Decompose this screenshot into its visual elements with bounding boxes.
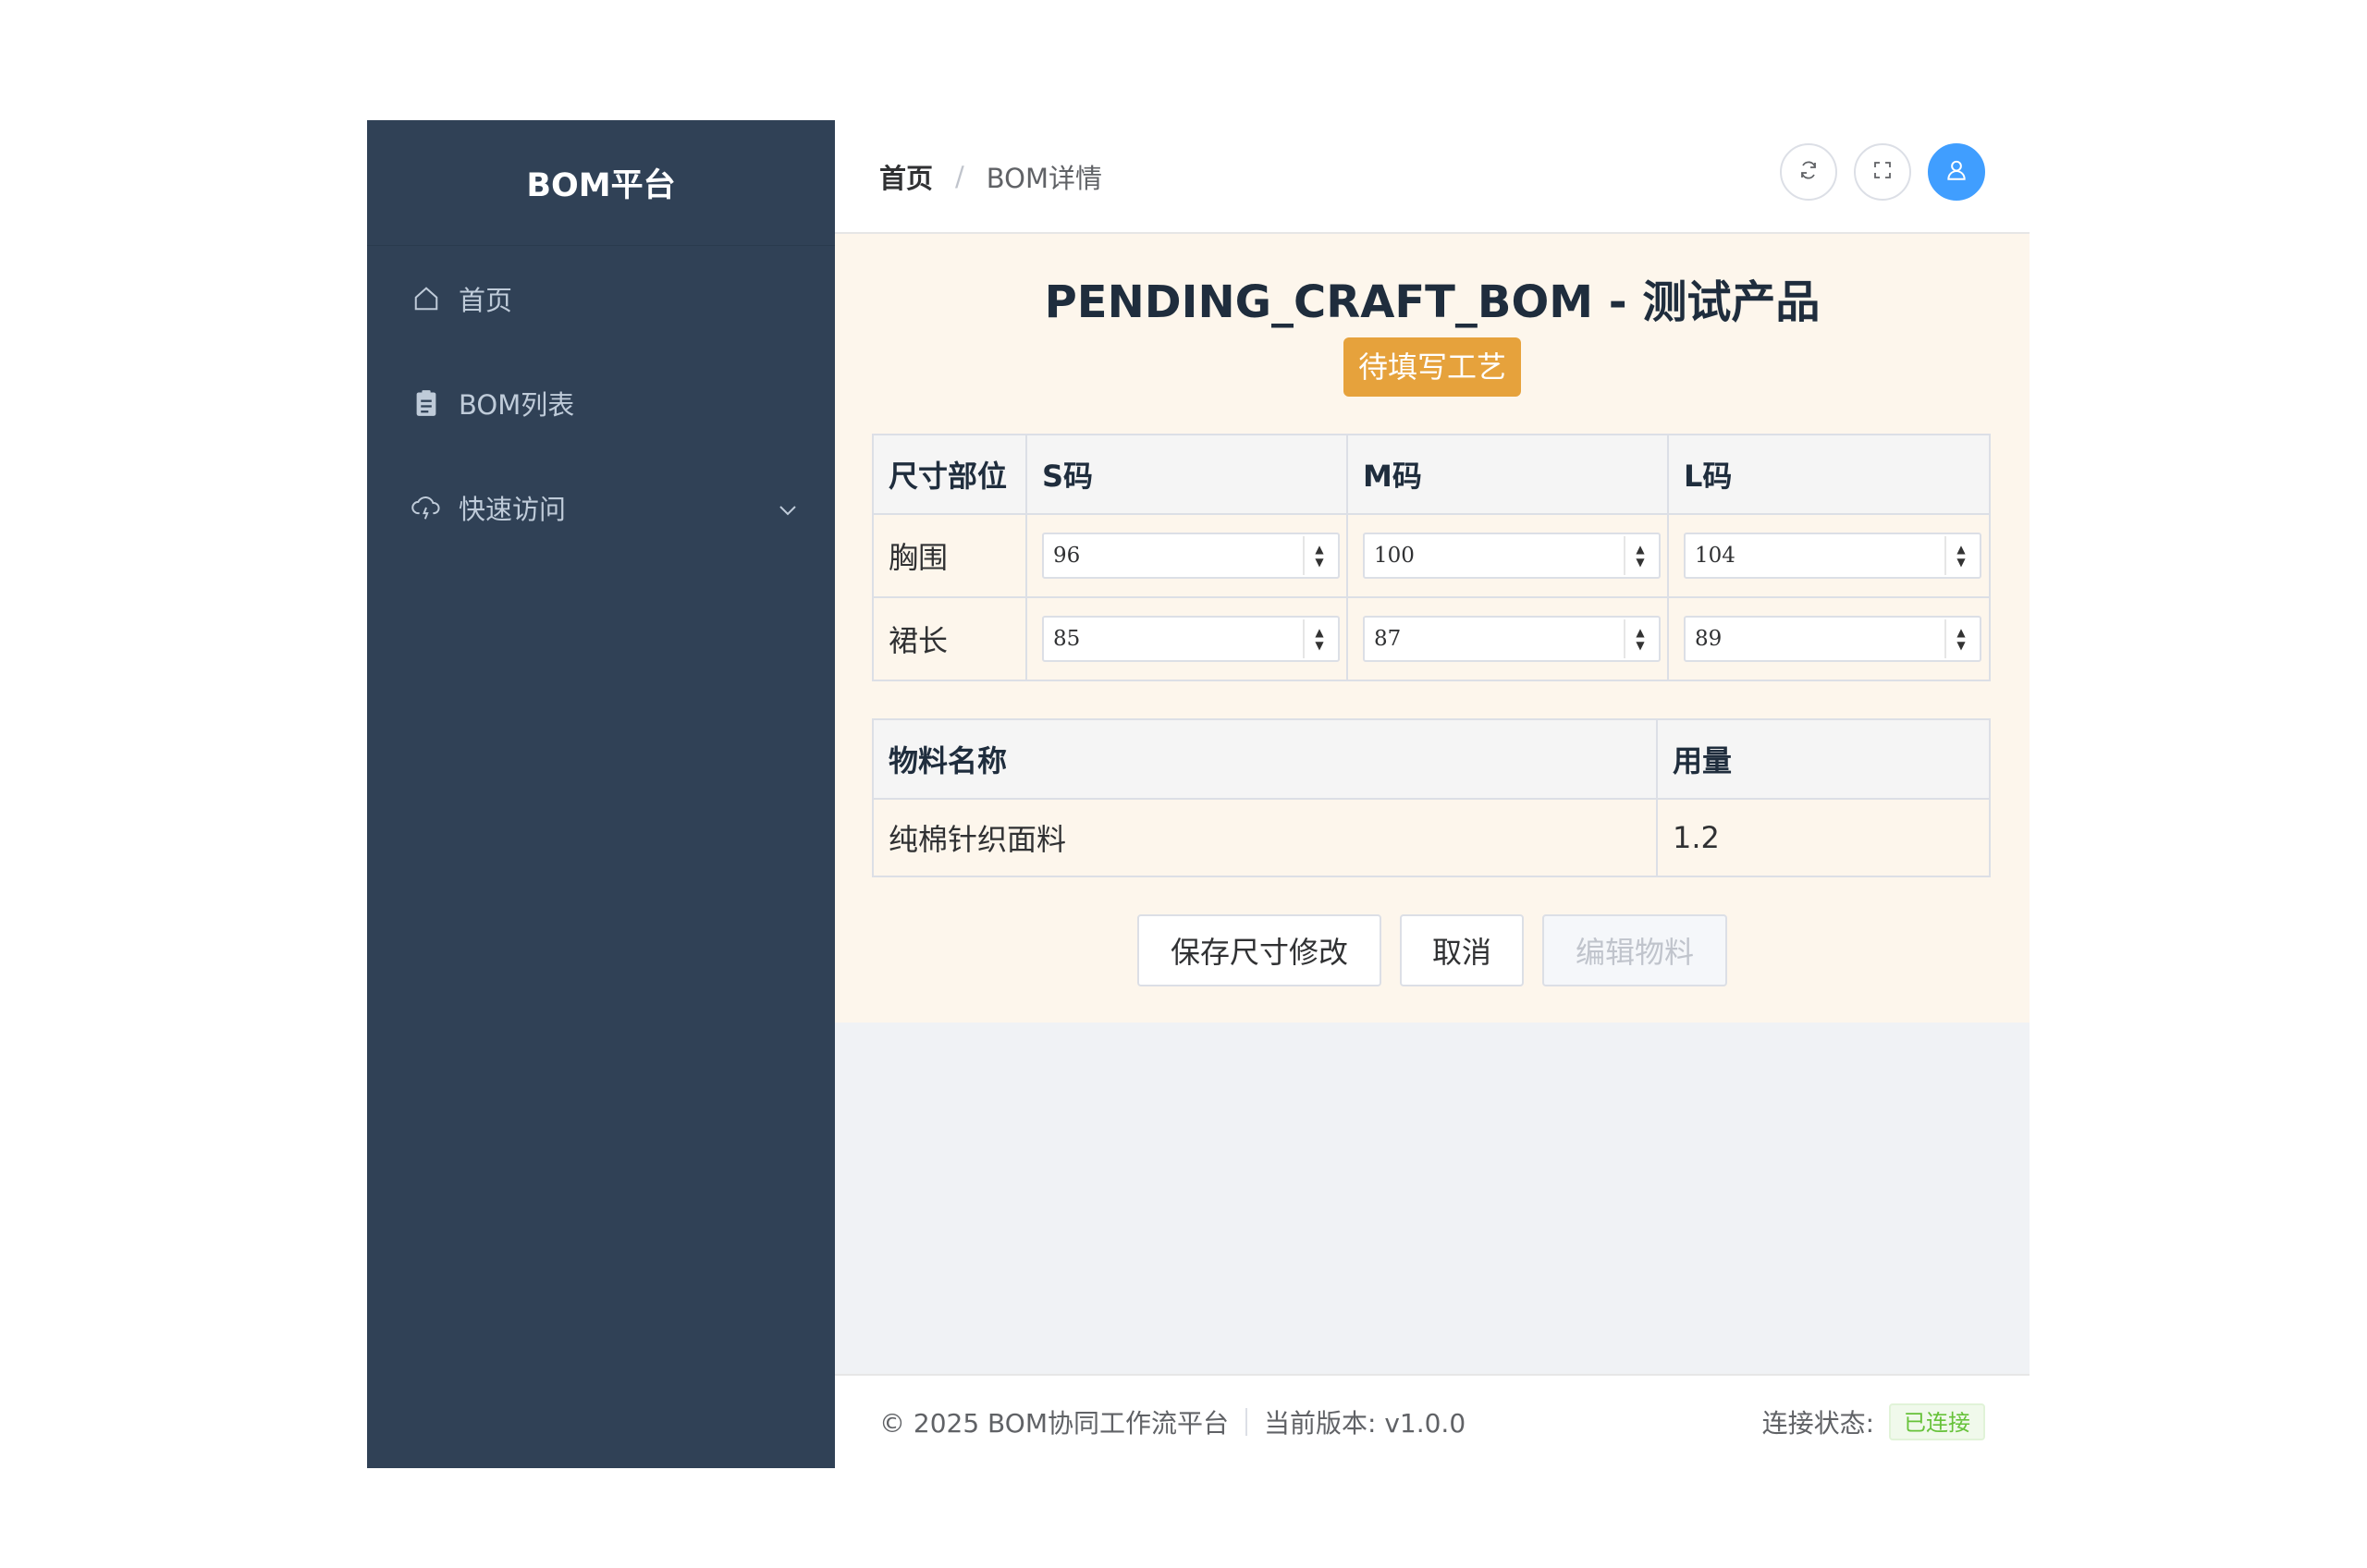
footer-divider (1245, 1408, 1247, 1436)
size-part-label: 胸围 (872, 513, 1027, 598)
empty-content-area (835, 1023, 2030, 1374)
size-input-l[interactable]: 89 ▲ ▼ (1684, 616, 1981, 662)
header-actions (1780, 143, 1985, 201)
input-value: 100 (1374, 544, 1415, 568)
column-header: 尺寸部位 (872, 434, 1027, 515)
connection-status-badge: 已连接 (1889, 1403, 1985, 1440)
input-value: 85 (1053, 627, 1081, 651)
size-input-l[interactable]: 104 ▲ ▼ (1684, 533, 1981, 579)
spinner-icon[interactable]: ▲ ▼ (1944, 619, 1976, 658)
breadcrumb: 首页 / BOM详情 (879, 157, 1102, 196)
version-text: 当前版本: v1.0.0 (1263, 1408, 1466, 1439)
sidebar-logo[interactable]: BOM平台 (367, 120, 835, 246)
main-area: 首页 / BOM详情 PENDING_CRAFT_BOM - 测试产品 待填写工… (835, 120, 2030, 1468)
size-input-m[interactable]: 100 ▲ ▼ (1363, 533, 1661, 579)
size-input-s[interactable]: 96 ▲ ▼ (1042, 533, 1340, 579)
spinner-icon[interactable]: ▲ ▼ (1303, 536, 1334, 575)
input-value: 96 (1053, 544, 1081, 568)
size-part-label: 裙长 (872, 596, 1027, 681)
refresh-icon (1797, 159, 1820, 185)
action-buttons: 保存尺寸修改 取消 编辑物料 (872, 914, 1993, 986)
save-sizes-button[interactable]: 保存尺寸修改 (1137, 914, 1381, 986)
material-table: 物料名称 用量 纯棉针织面料 1.2 (872, 718, 1991, 877)
sidebar-item-home[interactable]: 首页 (367, 246, 835, 350)
connection-label: 连接状态: (1761, 1408, 1874, 1439)
column-header: M码 (1346, 434, 1669, 515)
footer: © 2025 BOM协同工作流平台 当前版本: v1.0.0 连接状态: 已连接 (835, 1374, 2030, 1468)
cancel-button[interactable]: 取消 (1400, 914, 1524, 986)
home-icon (411, 283, 442, 314)
page-title: PENDING_CRAFT_BOM - 测试产品 (1044, 276, 1821, 328)
sidebar-item-label: BOM列表 (459, 388, 575, 421)
material-table-header: 物料名称 用量 (872, 718, 1991, 800)
size-input-m[interactable]: 87 ▲ ▼ (1363, 616, 1661, 662)
input-value: 89 (1695, 627, 1723, 651)
column-header: 用量 (1656, 718, 1991, 800)
material-amount: 1.2 (1656, 798, 1991, 877)
column-header: S码 (1025, 434, 1348, 515)
table-row: 胸围 96 ▲ ▼ 100 ▲ ▼ 104 ▲ ▼ (872, 513, 1991, 598)
size-table: 尺寸部位 S码 M码 L码 胸围 96 ▲ ▼ 100 ▲ ▼ 104 ▲ ▼ 裙长 85 ▲… (872, 434, 1991, 681)
breadcrumb-separator: / (955, 160, 964, 192)
column-header: L码 (1667, 434, 1991, 515)
fullscreen-icon (1871, 159, 1894, 185)
breadcrumb-current: BOM详情 (986, 162, 1103, 194)
user-avatar-button[interactable] (1928, 143, 1985, 201)
spinner-icon[interactable]: ▲ ▼ (1944, 536, 1976, 575)
fullscreen-button[interactable] (1854, 143, 1911, 201)
sidebar: BOM平台 首页 BOM列表 快速访问 (367, 120, 835, 1468)
material-name: 纯棉针织面料 (872, 798, 1658, 877)
sidebar-item-label: 首页 (459, 284, 513, 316)
column-header: 物料名称 (872, 718, 1658, 800)
copyright-text: © 2025 BOM协同工作流平台 (879, 1408, 1229, 1439)
edit-material-button: 编辑物料 (1542, 914, 1727, 986)
refresh-button[interactable] (1780, 143, 1837, 201)
input-value: 87 (1374, 627, 1402, 651)
spinner-icon[interactable]: ▲ ▼ (1303, 619, 1334, 658)
spinner-icon[interactable]: ▲ ▼ (1624, 619, 1655, 658)
spinner-icon[interactable]: ▲ ▼ (1624, 536, 1655, 575)
status-tag: 待填写工艺 (1343, 337, 1521, 397)
table-row: 裙长 85 ▲ ▼ 87 ▲ ▼ 89 ▲ ▼ (872, 596, 1991, 681)
size-input-s[interactable]: 85 ▲ ▼ (1042, 616, 1340, 662)
size-table-header: 尺寸部位 S码 M码 L码 (872, 434, 1991, 515)
chevron-down-icon[interactable] (778, 492, 798, 523)
sidebar-item-bom-list[interactable]: BOM列表 (367, 350, 835, 455)
bom-detail-card: PENDING_CRAFT_BOM - 测试产品 待填写工艺 尺寸部位 S码 M… (835, 234, 2030, 1023)
sidebar-item-label: 快速访问 (459, 493, 567, 525)
table-row: 纯棉针织面料 1.2 (872, 798, 1991, 877)
app-shell: BOM平台 首页 BOM列表 快速访问 首页 / BOM详情 PENDING_C… (367, 120, 2030, 1468)
sidebar-item-quick-access[interactable]: 快速访问 (367, 455, 835, 559)
user-icon (1944, 158, 1968, 186)
cloud-icon (411, 492, 442, 523)
top-header: 首页 / BOM详情 (835, 120, 2030, 234)
input-value: 104 (1695, 544, 1735, 568)
clipboard-icon (411, 387, 442, 419)
breadcrumb-home[interactable]: 首页 (879, 157, 933, 196)
